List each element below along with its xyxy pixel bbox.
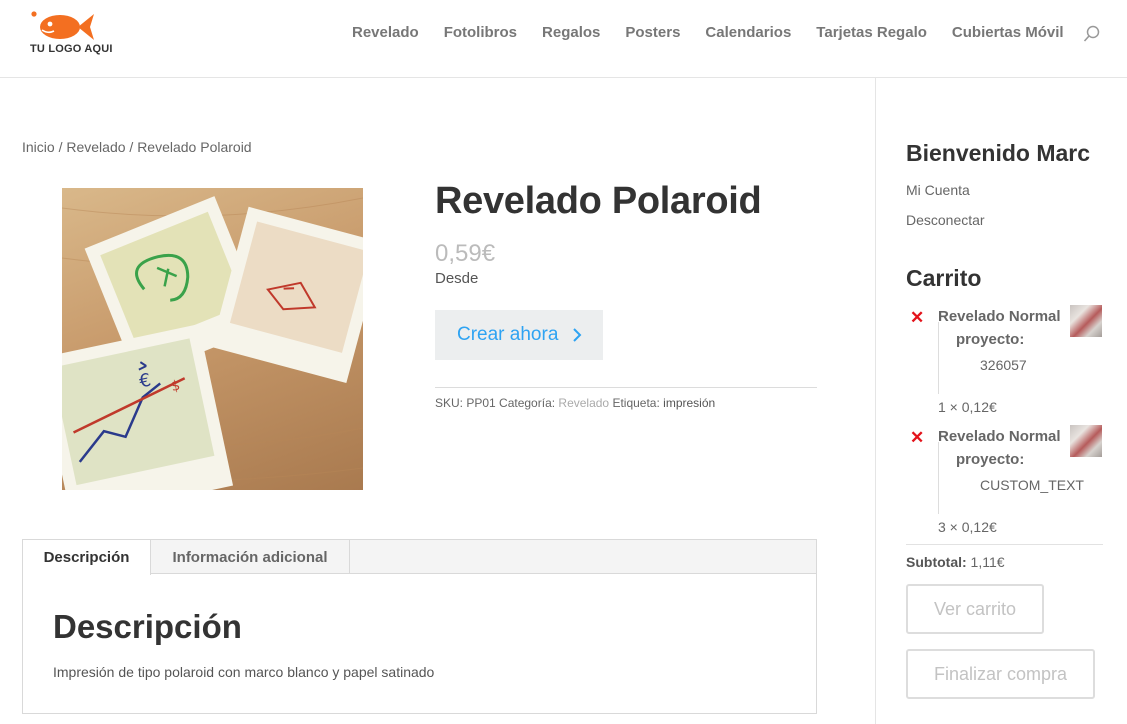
description-text: Impresión de tipo polaroid con marco bla… bbox=[53, 664, 435, 680]
cart-item-thumbnail[interactable] bbox=[1070, 305, 1102, 337]
cart-item-quantity: 3 × 0,12€ bbox=[938, 519, 997, 535]
cart-heading: Carrito bbox=[906, 265, 982, 291]
cart-item-project-label: proyecto: bbox=[956, 451, 1025, 468]
nav-item-posters[interactable]: Posters bbox=[625, 24, 680, 42]
chevron-right-icon bbox=[573, 328, 582, 342]
create-now-button[interactable]: Crear ahora bbox=[435, 310, 603, 360]
tab-informacion-adicional[interactable]: Información adicional bbox=[151, 540, 350, 574]
cart-item-project-label: proyecto: bbox=[956, 331, 1025, 348]
tag-label: Etiqueta: bbox=[609, 396, 664, 410]
tab-bar: Descripción Información adicional bbox=[23, 540, 816, 575]
breadcrumb-home[interactable]: Inicio bbox=[22, 139, 55, 155]
product-tabs: Descripción Información adicional Descri… bbox=[22, 539, 817, 714]
logo-text: TU LOGO AQUI bbox=[30, 43, 113, 55]
nav-item-fotolibros[interactable]: Fotolibros bbox=[444, 24, 517, 42]
category-label: Categoría: bbox=[495, 396, 559, 410]
create-now-label: Crear ahora bbox=[457, 324, 559, 345]
cart-item-name[interactable]: Revelado Normal bbox=[938, 308, 1061, 325]
polaroid-photo-illustration: € $ bbox=[62, 196, 363, 490]
logout-link[interactable]: Desconectar bbox=[906, 212, 985, 228]
price-note: Desde bbox=[435, 270, 479, 287]
product-image[interactable]: € $ bbox=[62, 188, 363, 490]
main-nav: Revelado Fotolibros Regalos Posters Cale… bbox=[352, 24, 1089, 42]
site-header: TU LOGO AQUI Revelado Fotolibros Regalos… bbox=[0, 0, 1127, 78]
cart-item-project-value: CUSTOM_TEXT bbox=[980, 477, 1084, 493]
nav-item-revelado[interactable]: Revelado bbox=[352, 24, 419, 42]
sku-value: PP01 bbox=[466, 396, 496, 410]
cart-item-name[interactable]: Revelado Normal bbox=[938, 428, 1061, 445]
breadcrumb: Inicio / Revelado / Revelado Polaroid bbox=[22, 139, 252, 155]
remove-item-icon[interactable]: ✕ bbox=[910, 309, 924, 326]
view-cart-button[interactable]: Ver carrito bbox=[906, 584, 1044, 634]
subtotal-value: 1,11€ bbox=[966, 554, 1005, 570]
my-account-link[interactable]: Mi Cuenta bbox=[906, 182, 970, 198]
cart-item-meta-line bbox=[938, 322, 939, 394]
breadcrumb-current: Revelado Polaroid bbox=[137, 139, 252, 155]
tab-descripcion[interactable]: Descripción bbox=[23, 540, 151, 575]
search-icon[interactable] bbox=[1083, 25, 1101, 43]
sku-label: SKU: bbox=[435, 396, 467, 410]
cart-item-meta-line bbox=[938, 442, 939, 514]
description-heading: Descripción bbox=[53, 608, 242, 645]
breadcrumb-separator: / bbox=[125, 139, 138, 155]
product-meta: SKU: PP01 Categoría: Revelado Etiqueta: … bbox=[435, 396, 715, 410]
checkout-button[interactable]: Finalizar compra bbox=[906, 649, 1095, 699]
product-title: Revelado Polaroid bbox=[435, 180, 762, 222]
cart-item-thumbnail[interactable] bbox=[1070, 425, 1102, 457]
category-link[interactable]: Revelado bbox=[558, 396, 609, 410]
cart-subtotal: Subtotal: 1,11€ bbox=[906, 554, 1005, 570]
nav-item-regalos[interactable]: Regalos bbox=[542, 24, 600, 42]
subtotal-label: Subtotal: bbox=[906, 554, 967, 570]
cart-item-quantity: 1 × 0,12€ bbox=[938, 399, 997, 415]
remove-item-icon[interactable]: ✕ bbox=[910, 429, 924, 446]
breadcrumb-separator: / bbox=[54, 139, 67, 155]
cart-item-project-value: 326057 bbox=[980, 357, 1027, 373]
fish-logo-icon bbox=[31, 11, 94, 40]
product-price: 0,59€ bbox=[435, 240, 496, 267]
breadcrumb-category[interactable]: Revelado bbox=[66, 139, 125, 155]
welcome-heading: Bienvenido Marc bbox=[906, 140, 1091, 166]
nav-item-cubiertas-movil[interactable]: Cubiertas Móvil bbox=[952, 24, 1064, 42]
sidebar-divider bbox=[875, 78, 876, 724]
nav-item-tarjetas-regalo[interactable]: Tarjetas Regalo bbox=[816, 24, 927, 42]
cart-divider bbox=[906, 544, 1103, 545]
meta-divider bbox=[435, 387, 817, 388]
site-logo[interactable]: TU LOGO AQUI bbox=[28, 10, 113, 60]
nav-item-calendarios[interactable]: Calendarios bbox=[705, 24, 791, 42]
tag-link[interactable]: impresión bbox=[663, 396, 715, 410]
